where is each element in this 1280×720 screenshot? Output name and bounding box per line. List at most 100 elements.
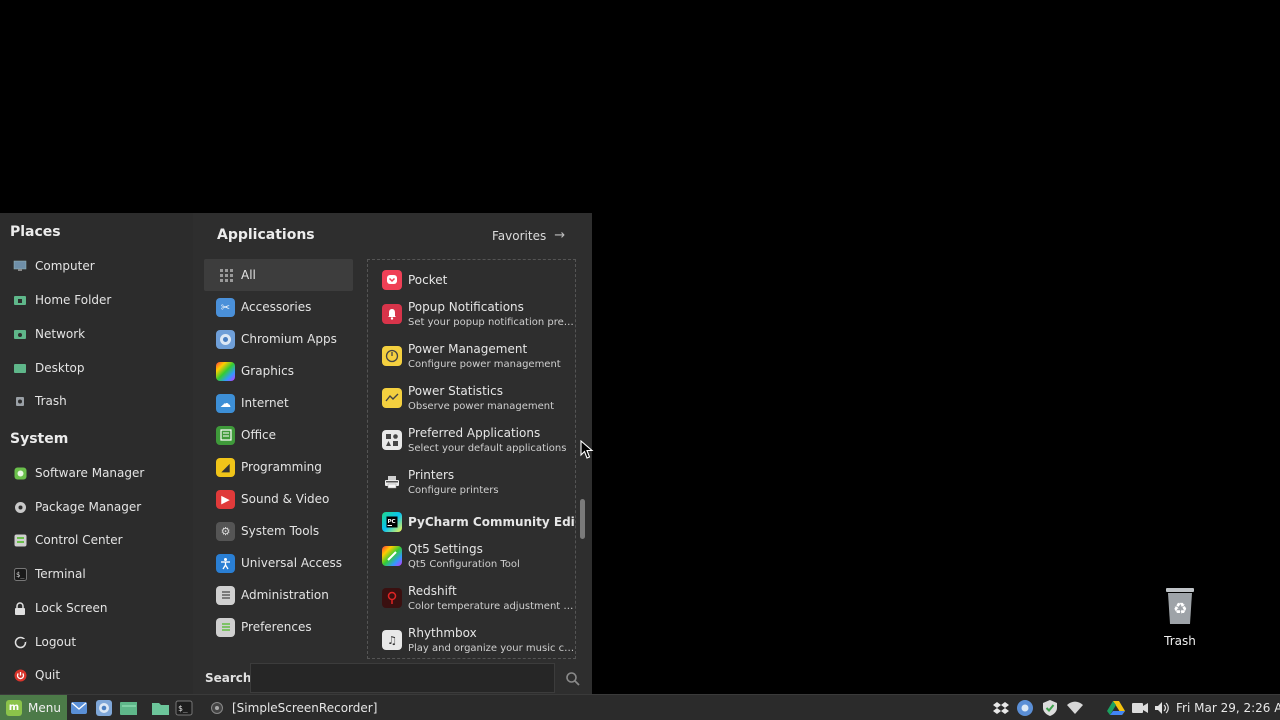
place-label: Network xyxy=(35,327,86,341)
system-control-center[interactable]: Control Center xyxy=(12,526,182,554)
app-name: Qt5 Settings xyxy=(408,542,483,556)
app-name: Printers xyxy=(408,468,455,482)
category-internet[interactable]: ☁ Internet xyxy=(204,387,353,419)
category-chromium-apps[interactable]: Chromium Apps xyxy=(204,323,353,355)
folder-launcher-icon[interactable] xyxy=(151,699,169,717)
app-redshift[interactable]: Redshift Color temperature adjustment to… xyxy=(382,584,576,612)
system-lock-screen[interactable]: Lock Screen xyxy=(12,594,182,622)
svg-text:$_: $_ xyxy=(16,571,25,579)
taskbar: m Menu $_ [SimpleScreenRecorder] Fri Mar… xyxy=(0,694,1280,720)
system-label: Logout xyxy=(35,635,77,649)
chromium-launcher-icon[interactable] xyxy=(95,699,113,717)
scissors-icon: ✂ xyxy=(216,297,235,317)
app-name: Popup Notifications xyxy=(408,300,524,314)
app-preferred-applications[interactable]: Preferred Applications Select your defau… xyxy=(382,426,575,454)
app-description: Color temperature adjustment tool xyxy=(408,601,576,612)
app-power-statistics[interactable]: Power Statistics Observe power managemen… xyxy=(382,384,575,412)
terminal-launcher-icon[interactable]: $_ xyxy=(175,699,193,717)
mint-logo-icon: m xyxy=(6,699,22,716)
app-qt5-settings[interactable]: Qt5 Settings Qt5 Configuration Tool xyxy=(382,542,575,570)
desktop-trash[interactable]: ♻ Trash xyxy=(1155,586,1205,648)
app-power-management[interactable]: Power Management Configure power managem… xyxy=(382,342,575,370)
category-sound-video[interactable]: ▶ Sound & Video xyxy=(204,483,353,515)
search-icon[interactable] xyxy=(565,671,581,687)
system-label: Quit xyxy=(35,668,61,682)
places-title: Places xyxy=(10,224,61,240)
category-programming[interactable]: ◢ Programming xyxy=(204,451,353,483)
package-manager-icon xyxy=(12,499,28,515)
category-accessories[interactable]: ✂ Accessories xyxy=(204,291,353,323)
category-office[interactable]: Office xyxy=(204,419,353,451)
app-pycharm[interactable]: PC PyCharm Community Edition xyxy=(382,512,575,532)
app-name: Preferred Applications xyxy=(408,426,541,440)
system-software-manager[interactable]: Software Manager xyxy=(12,459,182,487)
place-computer[interactable]: Computer xyxy=(12,252,182,280)
preferred-applications-icon xyxy=(382,430,402,450)
app-description: Configure printers xyxy=(408,485,499,496)
play-icon: ▶ xyxy=(216,489,235,509)
application-menu: Places Computer Home Folder Network Desk… xyxy=(0,213,592,694)
chromium-tray-icon[interactable] xyxy=(1016,699,1034,717)
taskbar-window-simplescreenrecorder[interactable]: [SimpleScreenRecorder] xyxy=(210,695,377,720)
bell-icon xyxy=(382,304,402,324)
system-logout[interactable]: Logout xyxy=(12,628,182,656)
system-package-manager[interactable]: Package Manager xyxy=(12,493,182,521)
category-universal-access[interactable]: Universal Access xyxy=(204,547,353,579)
graphics-icon xyxy=(216,361,235,381)
menu-button-label: Menu xyxy=(28,700,61,715)
arrow-right-icon: → xyxy=(554,228,566,243)
dropbox-icon[interactable] xyxy=(992,699,1010,717)
camera-icon[interactable] xyxy=(1131,699,1149,717)
google-drive-icon[interactable] xyxy=(1107,699,1125,717)
app-rhythmbox[interactable]: ♫ Rhythmbox Play and organize your music… xyxy=(382,626,576,654)
app-name: Power Management xyxy=(408,342,528,356)
category-label: Office xyxy=(241,428,277,442)
system-terminal[interactable]: $_ Terminal xyxy=(12,560,182,588)
app-pocket[interactable]: Pocket xyxy=(382,270,575,290)
app-name: Power Statistics xyxy=(408,384,503,398)
system-label: Package Manager xyxy=(35,500,142,514)
accessibility-icon xyxy=(216,553,235,573)
category-preferences[interactable]: Preferences xyxy=(204,611,353,643)
qt5-settings-icon xyxy=(382,546,402,566)
printer-icon xyxy=(382,472,402,492)
gear-icon: ⚙ xyxy=(216,521,235,541)
music-note-icon: ♫ xyxy=(382,630,402,650)
home-folder-icon xyxy=(12,292,28,308)
category-administration[interactable]: Administration xyxy=(204,579,353,611)
app-list-scrollbar[interactable] xyxy=(580,499,585,539)
system-quit[interactable]: Quit xyxy=(12,661,182,689)
app-name: Rhythmbox xyxy=(408,626,477,640)
svg-text:$_: $_ xyxy=(178,704,188,713)
software-manager-icon xyxy=(12,465,28,481)
app-description: Play and organize your music colle... xyxy=(408,643,576,654)
files-launcher-icon[interactable] xyxy=(119,699,137,717)
category-graphics[interactable]: Graphics xyxy=(204,355,353,387)
favorites-button[interactable]: Favorites → xyxy=(492,228,565,243)
office-icon xyxy=(216,425,235,445)
clock[interactable]: Fri Mar 29, 2:26 AM xyxy=(1176,695,1280,720)
app-printers[interactable]: Printers Configure printers xyxy=(382,468,575,496)
mail-launcher-icon[interactable] xyxy=(70,699,88,717)
place-trash[interactable]: Trash xyxy=(12,387,182,415)
trash-icon xyxy=(12,393,28,409)
category-system-tools[interactable]: ⚙ System Tools xyxy=(204,515,353,547)
category-label: Chromium Apps xyxy=(241,332,337,346)
category-all[interactable]: All xyxy=(204,259,353,291)
shield-icon[interactable] xyxy=(1041,699,1059,717)
menu-button[interactable]: m Menu xyxy=(0,695,67,720)
svg-text:PC: PC xyxy=(388,519,396,525)
search-input[interactable] xyxy=(250,663,555,693)
favorites-label: Favorites xyxy=(492,228,547,243)
volume-icon[interactable] xyxy=(1154,699,1172,717)
system-title: System xyxy=(10,431,69,447)
wifi-icon[interactable] xyxy=(1066,699,1084,717)
place-home-folder[interactable]: Home Folder xyxy=(12,286,182,314)
place-label: Home Folder xyxy=(35,293,112,307)
app-popup-notifications[interactable]: Popup Notifications Set your popup notif… xyxy=(382,300,575,328)
place-network[interactable]: Network xyxy=(12,320,182,348)
redshift-icon xyxy=(382,588,402,608)
place-label: Computer xyxy=(35,259,95,273)
place-desktop[interactable]: Desktop xyxy=(12,354,182,382)
app-description: Select your default applications xyxy=(408,443,567,454)
